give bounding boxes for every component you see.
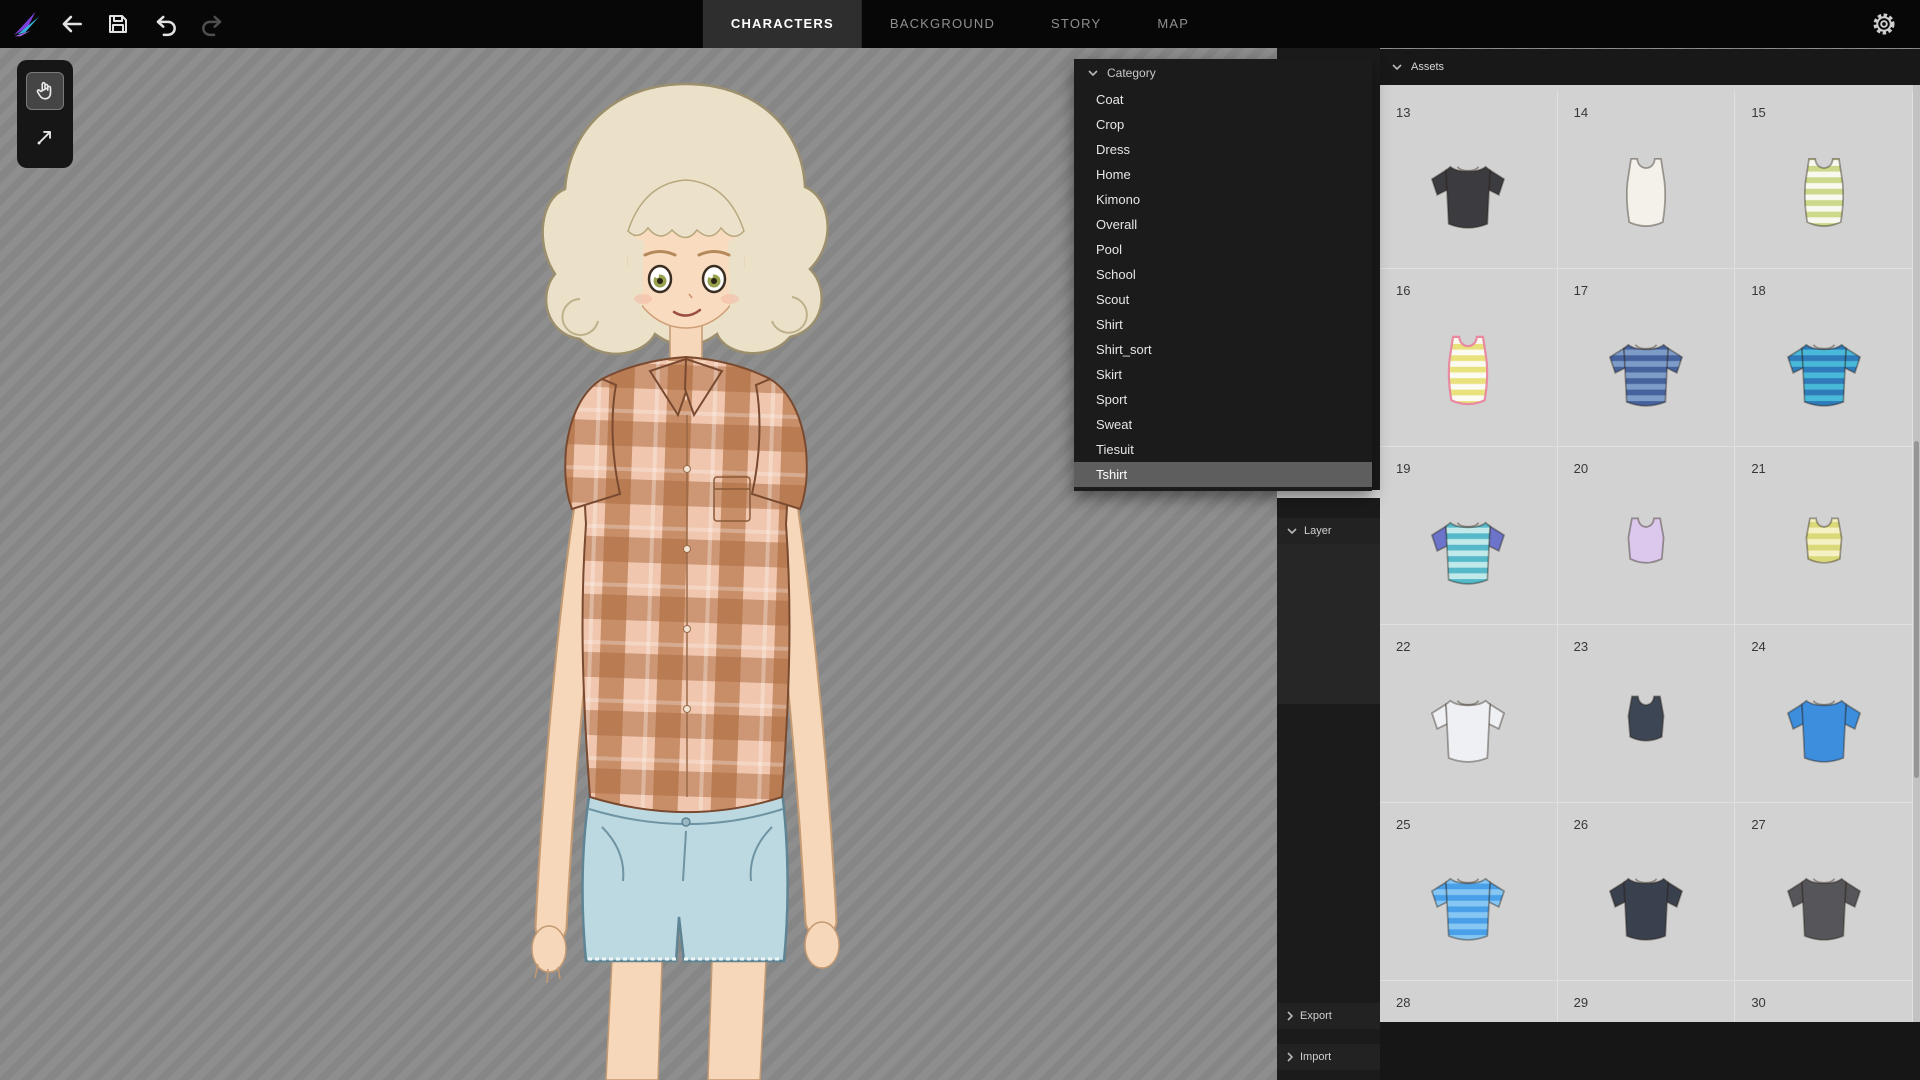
tshirt-thumbnail-icon bbox=[1558, 803, 1735, 980]
category-item-coat[interactable]: Coat bbox=[1074, 87, 1372, 112]
crop-thumbnail-icon bbox=[1735, 447, 1912, 624]
diagonal-arrow-icon bbox=[34, 126, 56, 148]
asset-item-27[interactable]: 27 bbox=[1735, 803, 1913, 981]
import-panel-title: Import bbox=[1300, 1051, 1331, 1063]
chevron-down-icon bbox=[1392, 64, 1402, 70]
top-toolbar: CHARACTERSBACKGROUNDSTORYMAP bbox=[0, 0, 1920, 48]
assets-viewport: 131415 161718 192021 222324 252627 28 29 30 bbox=[1380, 85, 1913, 1022]
assets-scrollbar-thumb[interactable] bbox=[1914, 441, 1919, 778]
category-item-sweat[interactable]: Sweat bbox=[1074, 412, 1372, 437]
asset-item-16[interactable]: 16 bbox=[1380, 269, 1558, 447]
asset-item-23[interactable]: 23 bbox=[1558, 625, 1736, 803]
redo-icon[interactable] bbox=[198, 10, 226, 38]
layer-panel-title: Layer bbox=[1304, 525, 1332, 537]
tshirt-thumbnail-icon bbox=[1380, 803, 1557, 980]
category-item-shirt[interactable]: Shirt bbox=[1074, 312, 1372, 337]
tool-palette bbox=[17, 60, 73, 168]
settings-gear-icon[interactable] bbox=[1870, 10, 1898, 38]
category-item-school[interactable]: School bbox=[1074, 262, 1372, 287]
category-item-pool[interactable]: Pool bbox=[1074, 237, 1372, 262]
hand-tool-button[interactable] bbox=[26, 72, 64, 110]
layer-list[interactable] bbox=[1277, 544, 1380, 704]
assets-panel: Assets 131415 161718 192021 222324 252627 28 2… bbox=[1380, 49, 1920, 1080]
asset-number: 30 bbox=[1751, 995, 1765, 1010]
asset-item-18[interactable]: 18 bbox=[1735, 269, 1913, 447]
category-item-dress[interactable]: Dress bbox=[1074, 137, 1372, 162]
category-item-tshirt[interactable]: Tshirt bbox=[1074, 462, 1372, 487]
category-item-crop[interactable]: Crop bbox=[1074, 112, 1372, 137]
asset-item-17[interactable]: 17 bbox=[1558, 269, 1736, 447]
tab-story[interactable]: STORY bbox=[1023, 0, 1129, 48]
tank-thumbnail-icon bbox=[1380, 269, 1557, 446]
category-item-skirt[interactable]: Skirt bbox=[1074, 362, 1372, 387]
main-tabs: CHARACTERSBACKGROUNDSTORYMAP bbox=[703, 0, 1217, 48]
import-panel-header[interactable]: Import bbox=[1277, 1044, 1380, 1070]
asset-item-22[interactable]: 22 bbox=[1380, 625, 1558, 803]
chevron-right-icon bbox=[1287, 1011, 1293, 1021]
category-item-home[interactable]: Home bbox=[1074, 162, 1372, 187]
tshirt-thumbnail-icon bbox=[1558, 269, 1735, 446]
tshirt-thumbnail-icon bbox=[1735, 269, 1912, 446]
tshirt-thumbnail-icon bbox=[1380, 447, 1557, 624]
asset-item-14[interactable]: 14 bbox=[1558, 91, 1736, 269]
back-arrow-icon[interactable] bbox=[58, 10, 86, 38]
tshirt-thumbnail-icon bbox=[1380, 91, 1557, 268]
tshirt-thumbnail-icon bbox=[1735, 625, 1912, 802]
asset-number: 29 bbox=[1574, 995, 1588, 1010]
asset-item-20[interactable]: 20 bbox=[1558, 447, 1736, 625]
assets-panel-header[interactable]: Assets bbox=[1380, 49, 1920, 85]
export-panel-header[interactable]: Export bbox=[1277, 1003, 1380, 1029]
undo-icon[interactable] bbox=[152, 10, 180, 38]
export-panel-title: Export bbox=[1300, 1010, 1332, 1022]
asset-item-29[interactable]: 29 bbox=[1558, 981, 1736, 1022]
assets-grid: 131415 161718 192021 222324 252627 28 29 30 bbox=[1380, 85, 1913, 1022]
tshirt-thumbnail-icon bbox=[1380, 625, 1557, 802]
tab-characters[interactable]: CHARACTERS bbox=[703, 0, 862, 48]
character-artwork[interactable] bbox=[430, 49, 910, 1080]
app-window: CHARACTERSBACKGROUNDSTORYMAP bbox=[0, 0, 1920, 1080]
asset-number: 28 bbox=[1396, 995, 1410, 1010]
tab-background[interactable]: BACKGROUND bbox=[862, 0, 1023, 48]
tank-thumbnail-icon bbox=[1558, 91, 1735, 268]
app-logo-icon[interactable] bbox=[8, 5, 46, 43]
category-panel: Category CoatCropDressHomeKimonoOverallP… bbox=[1074, 59, 1372, 491]
crop-thumbnail-icon bbox=[1558, 625, 1735, 802]
category-panel-title: Category bbox=[1107, 66, 1156, 80]
category-list: CoatCropDressHomeKimonoOverallPoolSchool… bbox=[1074, 87, 1372, 487]
category-item-sport[interactable]: Sport bbox=[1074, 387, 1372, 412]
asset-item-30[interactable]: 30 bbox=[1735, 981, 1913, 1022]
category-item-overall[interactable]: Overall bbox=[1074, 212, 1372, 237]
assets-panel-title: Assets bbox=[1411, 61, 1444, 73]
category-item-shirt_sort[interactable]: Shirt_sort bbox=[1074, 337, 1372, 362]
assets-scrollbar[interactable] bbox=[1913, 85, 1920, 1022]
category-item-kimono[interactable]: Kimono bbox=[1074, 187, 1372, 212]
asset-item-13[interactable]: 13 bbox=[1380, 91, 1558, 269]
save-icon[interactable] bbox=[104, 10, 132, 38]
layer-panel-header[interactable]: Layer bbox=[1277, 518, 1380, 544]
asset-item-24[interactable]: 24 bbox=[1735, 625, 1913, 803]
category-item-scout[interactable]: Scout bbox=[1074, 287, 1372, 312]
tank-thumbnail-icon bbox=[1735, 91, 1912, 268]
chevron-down-icon bbox=[1287, 528, 1297, 534]
asset-item-21[interactable]: 21 bbox=[1735, 447, 1913, 625]
category-panel-header[interactable]: Category bbox=[1074, 59, 1372, 87]
transform-tool-button[interactable] bbox=[26, 118, 64, 156]
tab-map[interactable]: MAP bbox=[1129, 0, 1217, 48]
asset-item-19[interactable]: 19 bbox=[1380, 447, 1558, 625]
chevron-right-icon bbox=[1287, 1052, 1293, 1062]
chevron-down-icon bbox=[1088, 70, 1098, 76]
tshirt-thumbnail-icon bbox=[1735, 803, 1912, 980]
asset-item-25[interactable]: 25 bbox=[1380, 803, 1558, 981]
asset-item-26[interactable]: 26 bbox=[1558, 803, 1736, 981]
crop-thumbnail-icon bbox=[1558, 447, 1735, 624]
category-item-tiesuit[interactable]: Tiesuit bbox=[1074, 437, 1372, 462]
asset-item-15[interactable]: 15 bbox=[1735, 91, 1913, 269]
panel-divider bbox=[1277, 490, 1380, 498]
asset-item-28[interactable]: 28 bbox=[1380, 981, 1558, 1022]
hand-icon bbox=[34, 80, 56, 102]
